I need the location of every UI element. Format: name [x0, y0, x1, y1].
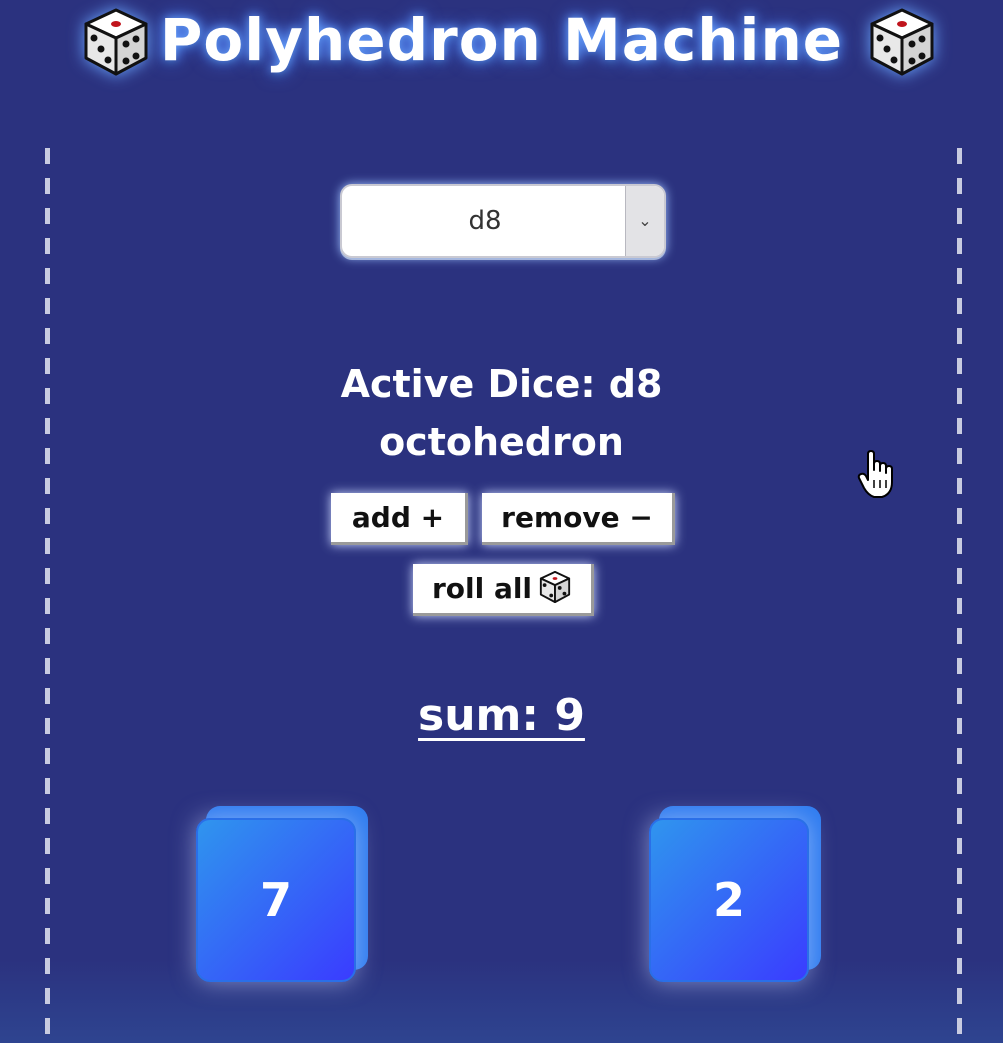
die-face-value: 7 [196, 818, 356, 982]
header: Polyhedron Machine [0, 0, 1003, 100]
dice-type-select[interactable]: d8 ⌄ [340, 184, 666, 258]
page-title: Polyhedron Machine [159, 6, 844, 74]
remove-die-button[interactable]: remove − [482, 493, 675, 545]
left-dashed-border [45, 148, 50, 1043]
right-dashed-border [957, 148, 962, 1043]
die-result[interactable]: 7 [196, 806, 370, 982]
polyhedron-name: octohedron [379, 420, 624, 464]
hand-pointer-icon [857, 450, 893, 498]
add-die-button[interactable]: add + [331, 493, 468, 545]
roll-all-label: roll all [431, 572, 533, 605]
roll-all-button[interactable]: roll all [413, 564, 594, 616]
chevron-down-icon[interactable]: ⌄ [625, 186, 664, 256]
active-dice-label: Active Dice: d8 [340, 362, 663, 406]
sum-total: sum: 9 [418, 690, 585, 741]
dice-icon [870, 8, 934, 76]
dice-icon [539, 570, 571, 604]
die-face-value: 2 [649, 818, 809, 982]
dice-type-selected-value: d8 [468, 206, 502, 236]
die-result[interactable]: 2 [649, 806, 823, 982]
